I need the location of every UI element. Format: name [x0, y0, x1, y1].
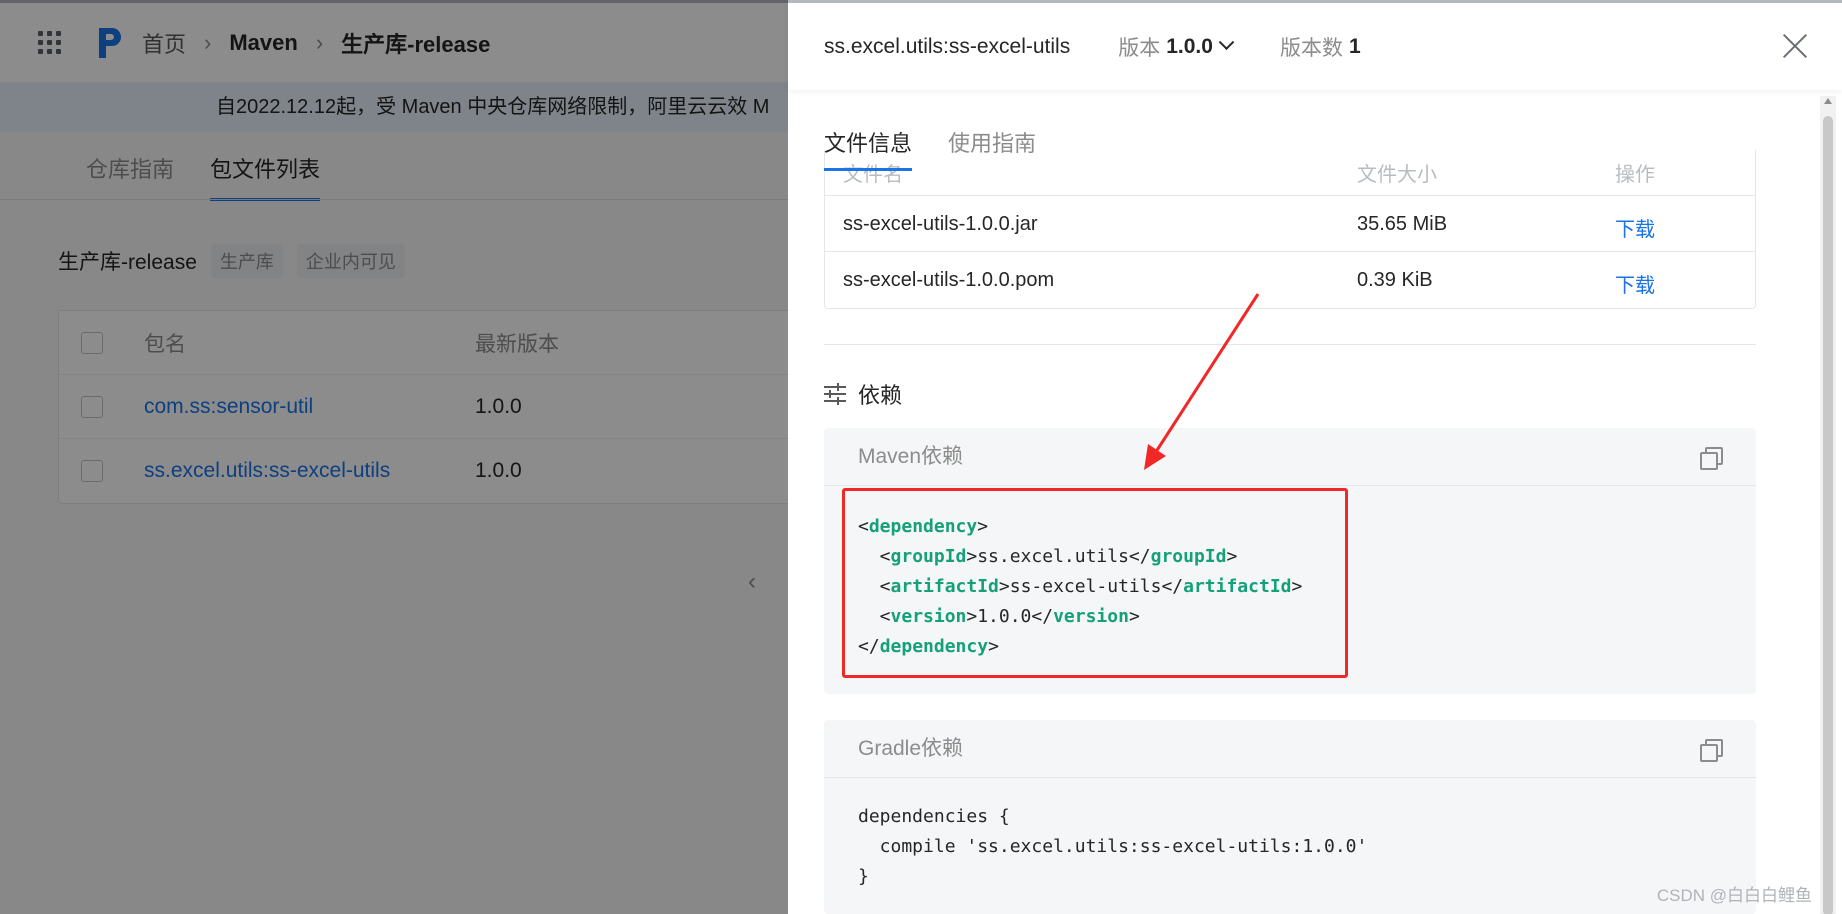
drawer-tabs: 文件信息 使用指南: [824, 126, 1036, 171]
chevron-down-icon: [1218, 34, 1235, 51]
gradle-code-block: dependencies { compile 'ss.excel.utils:s…: [858, 806, 1368, 887]
tab-file-info[interactable]: 文件信息: [824, 126, 913, 171]
scrollbar-thumb[interactable]: [1823, 116, 1833, 914]
dependencies-title: 依赖: [858, 383, 903, 408]
watermark: CSDN @白白白鲤鱼: [1656, 886, 1812, 905]
modal-overlay[interactable]: [0, 0, 790, 914]
drawer-title: ss.excel.utils:ss-excel-utils: [824, 34, 1071, 58]
file-table: 文件名 文件大小 操作 ss-excel-utils-1.0.0.jar 35.…: [824, 150, 1756, 309]
version-select[interactable]: 1.0.0: [1160, 34, 1235, 59]
drawer-scrollbar[interactable]: [1820, 96, 1836, 914]
column-header-file-size: 文件大小: [1357, 164, 1437, 186]
scroll-up-icon[interactable]: [1824, 98, 1832, 104]
copy-icon[interactable]: [1700, 739, 1723, 762]
version-count-value: 1: [1348, 34, 1361, 58]
file-name: ss-excel-utils-1.0.0.pom: [843, 269, 1055, 291]
package-detail-drawer: ss.excel.utils:ss-excel-utils 版本 1.0.0 版…: [788, 0, 1842, 914]
close-icon[interactable]: [1782, 33, 1808, 59]
gradle-card-title: Gradle依赖: [858, 737, 964, 760]
maven-card-title: Maven依赖: [858, 445, 964, 468]
column-header-action: 操作: [1615, 164, 1655, 186]
gradle-dependency-card: Gradle依赖 dependencies { compile 'ss.exce…: [824, 720, 1756, 914]
table-row: ss-excel-utils-1.0.0.pom 0.39 KiB 下载: [825, 252, 1755, 308]
table-row: ss-excel-utils-1.0.0.jar 35.65 MiB 下载: [825, 196, 1755, 252]
sliders-icon: [824, 383, 848, 405]
file-size: 0.39 KiB: [1357, 269, 1433, 291]
maven-card-header: Maven依赖: [824, 428, 1756, 486]
download-link[interactable]: 下载: [1615, 269, 1655, 298]
file-size: 35.65 MiB: [1357, 213, 1448, 235]
gradle-card-header: Gradle依赖: [824, 720, 1756, 778]
annotation-highlight-box: [842, 488, 1348, 678]
tab-usage-guide[interactable]: 使用指南: [948, 126, 1036, 171]
dependencies-heading: 依赖: [824, 378, 902, 410]
file-name: ss-excel-utils-1.0.0.jar: [843, 213, 1038, 235]
version-value: 1.0.0: [1166, 34, 1213, 58]
version-label: 版本: [1118, 36, 1161, 60]
copy-icon[interactable]: [1700, 447, 1723, 470]
drawer-header: ss.excel.utils:ss-excel-utils 版本 1.0.0 版…: [788, 0, 1842, 90]
download-link[interactable]: 下载: [1615, 213, 1655, 242]
version-count-label: 版本数: [1279, 36, 1343, 60]
section-divider: [824, 344, 1756, 345]
